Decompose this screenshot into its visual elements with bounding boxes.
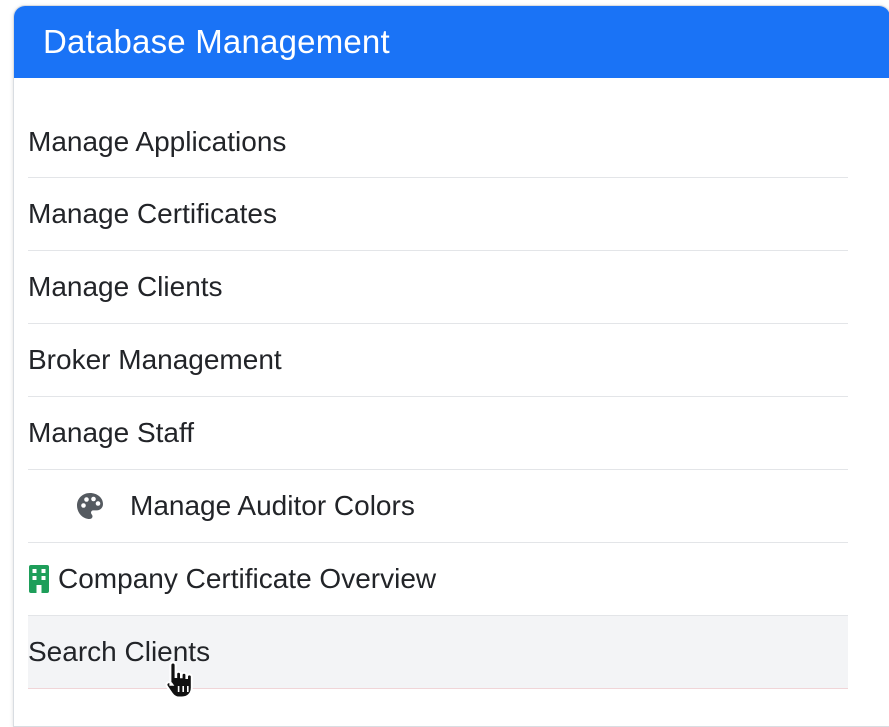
menu-item-label: Manage Auditor Colors [130, 490, 415, 521]
menu-item-manage-clients[interactable]: Manage Clients [28, 251, 848, 324]
menu-item-label: Manage Staff [28, 417, 195, 448]
menu-item-company-certificate-overview[interactable]: Company Certificate Overview [28, 543, 848, 616]
menu-item-label: Search Clients [28, 636, 211, 667]
building-icon [28, 564, 50, 594]
menu-item-broker-management[interactable]: Broker Management [28, 324, 848, 397]
menu-item-manage-staff[interactable]: Manage Staff [28, 397, 848, 470]
card-header: Database Management [14, 6, 889, 78]
menu-item-manage-applications[interactable]: Manage Applications [28, 107, 848, 178]
palette-icon [74, 490, 106, 522]
database-menu: Manage Applications Manage Certificates … [28, 107, 848, 689]
menu-item-label: Manage Applications [28, 126, 287, 157]
menu-item-label: Manage Clients [28, 271, 223, 302]
menu-item-search-clients[interactable]: Search Clients [28, 616, 848, 689]
menu-item-manage-certificates[interactable]: Manage Certificates [28, 178, 848, 251]
menu-item-label: Broker Management [28, 344, 282, 375]
menu-item-label: Manage Certificates [28, 198, 278, 229]
card-title: Database Management [43, 23, 390, 60]
menu-item-label: Company Certificate Overview [58, 563, 437, 594]
menu-item-manage-auditor-colors[interactable]: Manage Auditor Colors [28, 470, 848, 543]
